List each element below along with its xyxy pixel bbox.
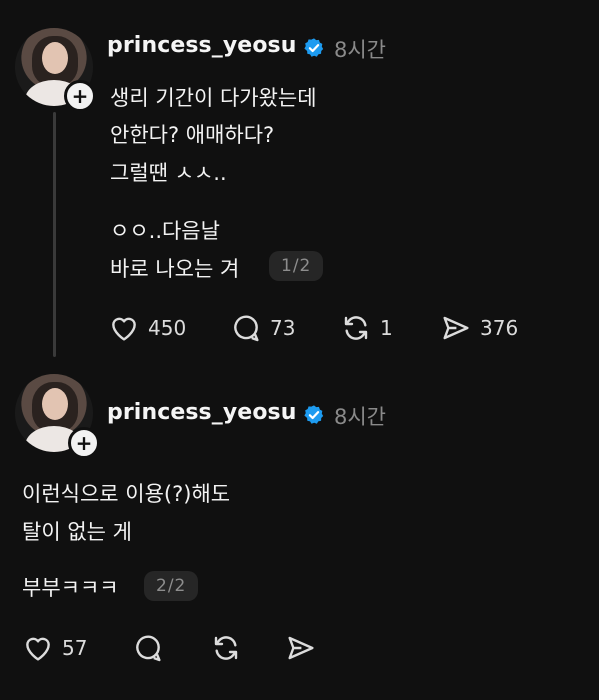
thread-connector-line xyxy=(53,112,56,357)
like-button[interactable]: 450 xyxy=(108,312,186,344)
post-1: + princess_yeosu 8시간 생리 기간이 다가왔는데 안한다? 애… xyxy=(0,0,599,360)
post-2: + princess_yeosu 8시간 이런식으로 이용(?)해도 탈이 없는… xyxy=(0,360,599,700)
username[interactable]: princess_yeosu xyxy=(107,33,297,58)
page-indicator: 1/2 xyxy=(269,251,324,281)
comment-button[interactable] xyxy=(132,632,164,664)
share-button[interactable]: 376 xyxy=(440,312,518,344)
like-button[interactable]: 57 xyxy=(22,632,87,664)
repost-icon xyxy=(344,316,368,340)
post-text-line-5: 바로 나오는 겨 xyxy=(110,257,240,281)
comment-icon xyxy=(234,315,259,342)
comment-count: 73 xyxy=(270,316,296,340)
follow-plus-icon[interactable]: + xyxy=(68,427,100,459)
post-time: 8시간 xyxy=(334,38,387,62)
like-count: 450 xyxy=(148,316,187,340)
post-text-line-1: 이런식으로 이용(?)해도 xyxy=(22,482,231,506)
heart-icon xyxy=(112,317,136,341)
follow-plus-icon[interactable]: + xyxy=(64,80,96,112)
post-text-line-2: 탈이 없는 게 xyxy=(22,520,132,544)
post-text-line-3: 그럴땐 ㅅㅅ.. xyxy=(110,161,227,185)
verified-badge-icon xyxy=(304,38,324,57)
post-text-line-4: ㅇㅇ..다음날 xyxy=(110,219,220,243)
repost-icon xyxy=(214,636,238,660)
page-indicator: 2/2 xyxy=(144,571,199,601)
heart-icon xyxy=(26,637,50,661)
post-time: 8시간 xyxy=(334,405,387,429)
like-count: 57 xyxy=(62,636,88,660)
post-text-line-2: 안한다? 애매하다? xyxy=(110,123,275,147)
comment-button[interactable]: 73 xyxy=(230,312,295,344)
post-text-line-3: 부부ㅋㅋㅋ xyxy=(22,576,119,600)
send-icon xyxy=(443,316,469,340)
post-text-line-1: 생리 기간이 다가왔는데 xyxy=(110,86,317,110)
username[interactable]: princess_yeosu xyxy=(107,400,297,425)
send-icon xyxy=(288,636,314,660)
repost-button[interactable]: 1 xyxy=(340,312,393,344)
verified-badge-icon xyxy=(304,405,324,424)
repost-count: 1 xyxy=(380,316,393,340)
share-count: 376 xyxy=(480,316,519,340)
repost-button[interactable] xyxy=(210,632,242,664)
share-button[interactable] xyxy=(285,632,317,664)
comment-icon xyxy=(136,635,161,662)
